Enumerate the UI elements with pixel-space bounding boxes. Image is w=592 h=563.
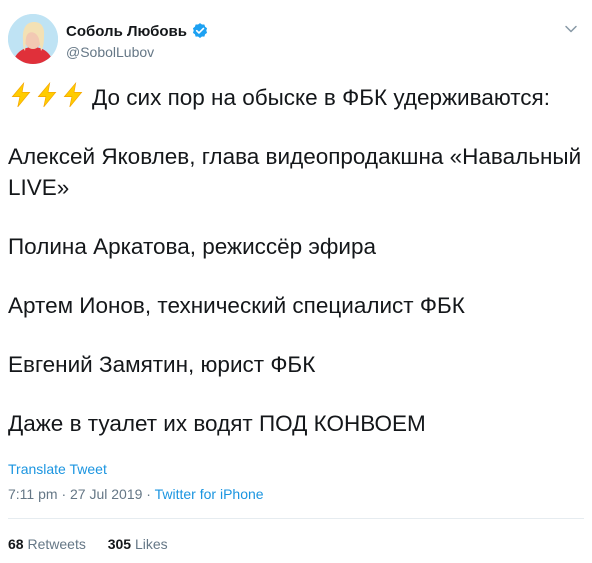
- high-voltage-icon: [8, 81, 34, 108]
- meta-separator: ·: [61, 486, 67, 502]
- tweet-paragraph-text: До сих пор на обыске в ФБК удерживаются:: [92, 85, 550, 110]
- display-name-row: Соболь Любовь: [66, 21, 209, 41]
- retweets-stat[interactable]: 68 Retweets: [8, 536, 90, 552]
- tweet-stats: 68 Retweets 305 Likes: [8, 536, 168, 552]
- chevron-down-icon[interactable]: [564, 22, 578, 36]
- high-voltage-icon: [60, 81, 86, 108]
- tweet-header: Соболь Любовь @SobolLubov: [8, 14, 584, 66]
- likes-count: 305: [107, 536, 132, 552]
- emoji-group: [8, 81, 86, 108]
- user-names: Соболь Любовь @SobolLubov: [66, 21, 209, 60]
- tweet-paragraph: Евгений Замятин, юрист ФБК: [8, 352, 316, 377]
- user-handle[interactable]: @SobolLubov: [66, 44, 209, 60]
- tweet-time[interactable]: 7:11 pm: [8, 486, 58, 502]
- tweet-text: До сих пор на обыске в ФБК удерживаются:…: [8, 81, 584, 439]
- likes-stat[interactable]: 305 Likes: [108, 536, 168, 552]
- divider: [8, 518, 584, 519]
- tweet-date[interactable]: 27 Jul 2019: [70, 486, 142, 502]
- display-name[interactable]: Соболь Любовь: [66, 23, 187, 40]
- tweet-card: Соболь Любовь @SobolLubov До сих пор на …: [0, 0, 592, 563]
- tweet-paragraph: До сих пор на обыске в ФБК удерживаются:: [8, 81, 584, 113]
- tweet-source-link[interactable]: Twitter for iPhone: [155, 486, 264, 502]
- high-voltage-icon: [34, 81, 60, 108]
- translate-tweet-link[interactable]: Translate Tweet: [8, 461, 107, 477]
- tweet-paragraph: Алексей Яковлев, глава видеопродакшна «Н…: [8, 144, 582, 200]
- tweet-paragraph: Артем Ионов, технический специалист ФБК: [8, 293, 465, 318]
- tweet-paragraph: Полина Аркатова, режиссёр эфира: [8, 234, 376, 259]
- tweet-paragraph: Даже в туалет их водят ПОД КОНВОЕМ: [8, 411, 426, 436]
- retweets-label: Retweets: [27, 536, 86, 552]
- avatar[interactable]: [8, 14, 58, 64]
- verified-badge-icon: [191, 22, 209, 40]
- meta-separator: ·: [146, 486, 151, 502]
- likes-label: Likes: [134, 536, 168, 552]
- tweet-meta: 7:11 pm · 27 Jul 2019 · Twitter for iPho…: [8, 486, 264, 502]
- retweets-count: 68: [8, 536, 24, 552]
